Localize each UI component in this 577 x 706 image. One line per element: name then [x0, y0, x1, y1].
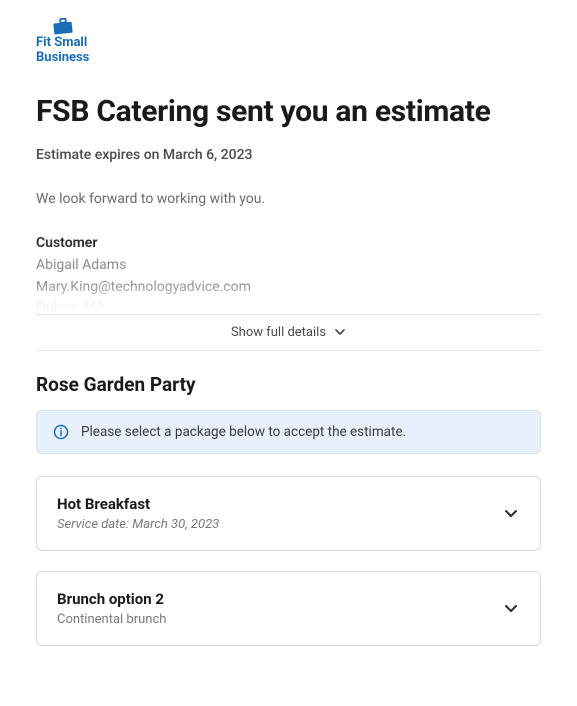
customer-name: Abigail Adams	[36, 255, 541, 277]
logo-text-line1: Fit Small	[36, 36, 89, 51]
customer-details: Customer Abigail Adams Mary.King@technol…	[36, 235, 541, 320]
section-title: Rose Garden Party	[36, 373, 541, 396]
brand-logo: Fit Small Business	[36, 18, 89, 66]
package-subtitle: Continental brunch	[57, 612, 166, 627]
chevron-down-icon	[502, 504, 520, 522]
show-details-label: Show full details	[231, 325, 326, 340]
page-title: FSB Catering sent you an estimate	[36, 94, 541, 129]
info-banner-text: Please select a package below to accept …	[81, 424, 406, 440]
chevron-down-icon	[502, 599, 520, 617]
estimate-expiry: Estimate expires on March 6, 2023	[36, 147, 541, 163]
customer-heading: Customer	[36, 235, 541, 251]
briefcase-icon	[52, 18, 74, 34]
package-title: Brunch option 2	[57, 590, 166, 608]
customer-email: Mary.King@technologyadvice.com	[36, 277, 541, 299]
intro-message: We look forward to working with you.	[36, 191, 541, 207]
package-card[interactable]: Hot Breakfast Service date: March 30, 202…	[36, 476, 541, 551]
info-banner: Please select a package below to accept …	[36, 410, 541, 454]
show-full-details-toggle[interactable]: Show full details	[36, 314, 541, 351]
package-subtitle: Service date: March 30, 2023	[57, 517, 219, 532]
info-icon	[53, 424, 69, 440]
package-card[interactable]: Brunch option 2 Continental brunch	[36, 571, 541, 646]
logo-text-line2: Business	[36, 51, 89, 66]
chevron-down-icon	[334, 326, 346, 338]
package-title: Hot Breakfast	[57, 495, 219, 513]
